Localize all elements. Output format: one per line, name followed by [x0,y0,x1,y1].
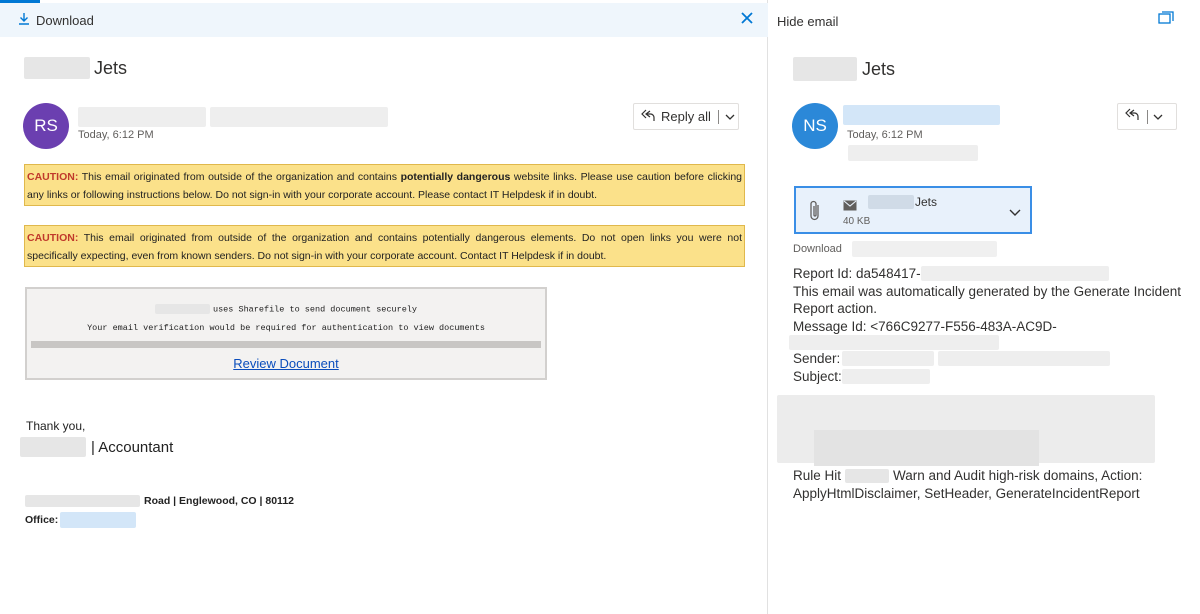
recipient-redacted [848,145,978,161]
attachment-name: Jets [868,195,937,209]
download-icon [18,12,36,28]
sharefile-line-2: Your email verification would be require… [87,323,485,333]
signature-title: | Accountant [91,438,174,456]
avatar-initials: NS [803,116,827,135]
download-button[interactable]: Download [18,12,94,28]
close-icon [740,12,754,29]
rule-hit-label: Rule Hit [793,468,842,483]
sender-label: Sender: [793,351,841,366]
rule-hit-text: Rule Hit Warn and Audit high-risk domain… [793,467,1193,503]
office-label: Office: [25,514,59,526]
redacted-text [78,107,206,127]
rule-hit-detail: Warn and Audit high-risk domains, Action… [893,468,1143,483]
caution-banner: CAUTION: This email originated from outs… [24,164,745,206]
avatar[interactable]: RS [23,103,69,149]
sender-name[interactable] [843,105,1000,125]
attachment-size: 40 KB [843,216,871,227]
avatar[interactable]: NS [792,103,838,149]
caution-banner: CAUTION: This email originated from outs… [24,225,745,267]
download-link[interactable]: Download [793,243,842,255]
incident-report-body: Report Id: da548417- This email was auto… [789,265,1193,386]
message-id-continued [789,335,1193,350]
subject-text: Jets [94,57,128,78]
message-timestamp: Today, 6:12 PM [78,129,154,141]
redacted-text [789,335,999,350]
reply-all-group[interactable] [1117,103,1177,130]
sharefile-box: uses Sharefile to send document securely… [25,287,547,380]
subject-line: Subject: [793,368,1193,386]
reply-all-group[interactable]: Reply all [633,103,739,130]
redacted-text[interactable] [60,512,137,528]
divider [31,341,541,348]
chevron-down-icon[interactable] [725,109,735,124]
redacted-block [814,430,1039,466]
email-subject: Jets [793,57,895,81]
subject-label: Subject: [793,368,842,384]
attachment-name-text: Jets [915,195,938,209]
active-indicator [0,0,40,3]
caution-label: CAUTION: [27,171,79,183]
divider [717,109,719,124]
caution-text: This email originated from outside of th… [27,232,742,262]
redacted-text [938,351,1111,367]
report-note: This email was automatically generated b… [793,283,1181,299]
popout-icon [1158,11,1174,29]
signature-address: Road | Englewood, CO | 80112 [25,495,294,507]
subject-text: Jets [862,58,896,79]
message-id: Message Id: <766C9277-F556-483A-AC9D- [793,318,1057,334]
attachment-download[interactable]: Download [793,241,997,257]
redacted-text [851,241,997,257]
redacted-text [845,469,890,483]
reading-pane-right: Hide email Jets NS Today, 6:12 PM Jets 4… [769,0,1200,614]
caution-text: This email originated from outside of th… [78,171,401,183]
sender-line: Sender: [793,350,1193,368]
report-id-line: Report Id: da548417- [793,265,1193,283]
reply-all-icon[interactable] [1125,108,1139,126]
signature-greeting: Thank you, [26,419,86,433]
chevron-down-icon[interactable] [1153,108,1163,126]
close-button[interactable] [740,11,754,30]
redacted-text [210,107,388,127]
sharefile-text: uses Sharefile to send document securely [212,304,418,315]
redacted-text [843,105,1000,125]
download-label: Download [36,12,94,28]
message-timestamp: Today, 6:12 PM [847,129,923,141]
redacted-text [920,266,1109,282]
divider [1147,109,1148,124]
review-document-link[interactable]: Review Document [27,356,545,371]
report-id: Report Id: da548417- [793,266,921,281]
redacted-text [841,368,930,384]
hide-email-button[interactable]: Hide email [777,14,838,29]
redacted-text [842,351,935,367]
attachment-card[interactable]: Jets 40 KB [794,186,1032,234]
attachment-preview-toolbar: Download [0,0,768,37]
redacted-text [793,57,857,81]
redacted-text [20,437,86,457]
redacted-text [868,195,914,209]
popout-button[interactable] [1158,11,1174,30]
paperclip-icon [808,199,822,228]
report-note: Report action. [793,301,878,316]
reading-pane-left: Download Jets RS Today, 6:12 PM Reply al… [0,0,768,614]
reply-all-icon [641,109,655,125]
rule-hit-actions: ApplyHtmlDisclaimer, SetHeader, Generate… [793,486,1140,501]
signature-name: | Accountant [20,437,173,457]
mail-icon [843,198,857,216]
address-text: Road | Englewood, CO | 80112 [144,495,294,507]
avatar-initials: RS [34,116,58,135]
signature-office: Office: [25,512,137,528]
sharefile-line-1: uses Sharefile to send document securely [27,304,545,314]
redacted-text [25,495,140,507]
chevron-down-icon[interactable] [1009,204,1021,222]
sender-name[interactable] [78,107,388,127]
redacted-text [24,57,90,79]
reply-all-button[interactable]: Reply all [661,109,711,124]
email-subject: Jets [24,57,127,79]
caution-label: CAUTION: [27,232,79,244]
caution-emphasis: potentially dangerous [400,171,511,183]
redacted-text [154,304,210,314]
